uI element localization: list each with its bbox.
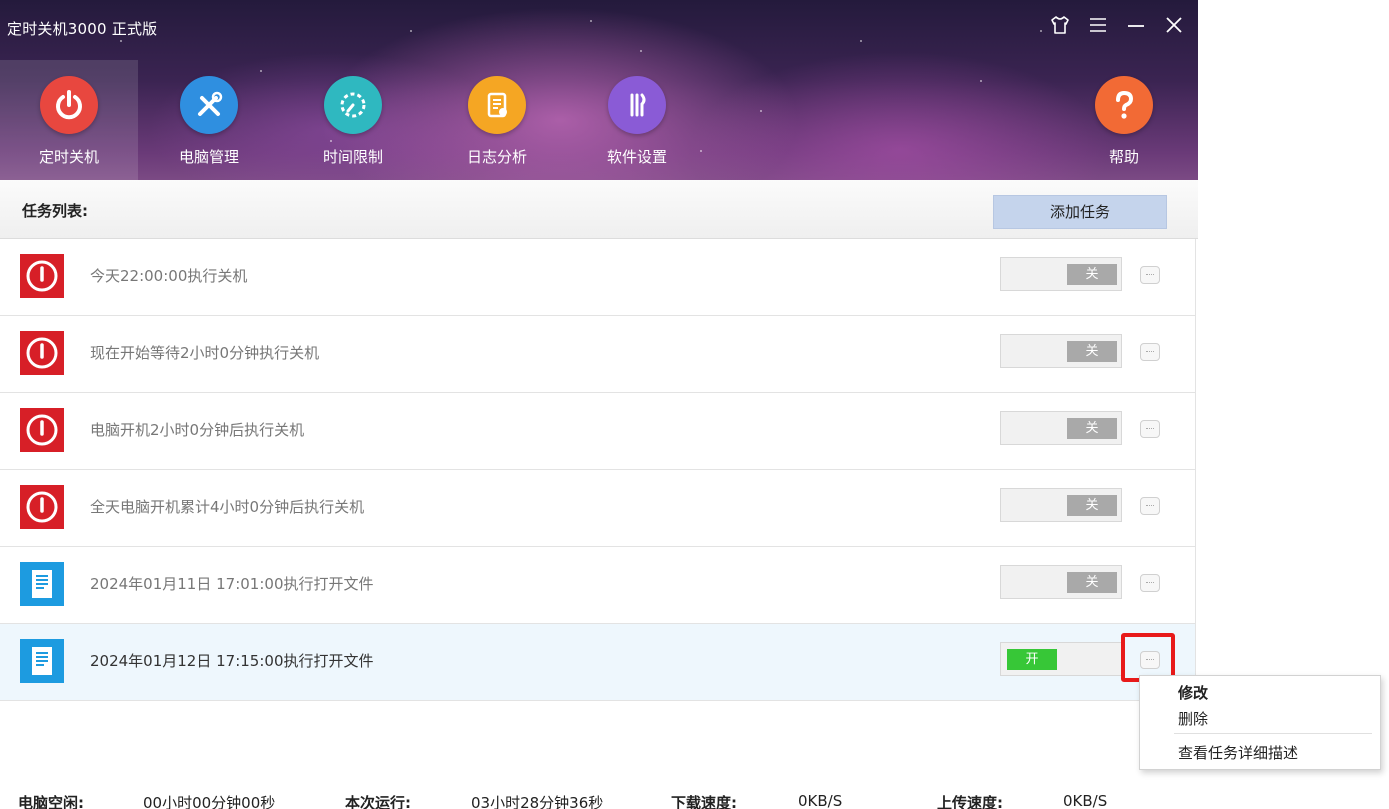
window-controls bbox=[1048, 14, 1186, 40]
file-icon bbox=[20, 639, 64, 683]
skin-icon[interactable] bbox=[1048, 14, 1072, 40]
toggle-state: 关 bbox=[1067, 495, 1117, 516]
nav-pc-manage[interactable]: 电脑管理 bbox=[140, 60, 278, 180]
shutdown-icon bbox=[20, 254, 64, 298]
menu-item-edit[interactable]: 修改 bbox=[1178, 682, 1208, 703]
nav-help[interactable]: 帮助 bbox=[1055, 60, 1193, 180]
toggle-state: 开 bbox=[1007, 649, 1057, 670]
tools-icon bbox=[180, 76, 238, 134]
upload-label: 上传速度: bbox=[937, 794, 1003, 809]
download-label: 下载速度: bbox=[671, 794, 737, 809]
window-title: 定时关机3000 正式版 bbox=[7, 20, 158, 38]
task-row[interactable]: 今天22:00:00执行关机 关 bbox=[0, 239, 1196, 316]
task-description: 电脑开机2小时0分钟后执行关机 bbox=[90, 421, 305, 439]
nav-label: 时间限制 bbox=[322, 148, 383, 166]
shutdown-icon bbox=[20, 408, 64, 452]
shutdown-icon bbox=[20, 485, 64, 529]
task-list: 今天22:00:00执行关机 关 现在开始等待2小时0分钟执行关机 关 电脑开机… bbox=[0, 239, 1196, 701]
idle-value: 00小时00分钟00秒 bbox=[143, 794, 276, 809]
nav-label: 软件设置 bbox=[606, 148, 667, 166]
task-row[interactable]: 2024年01月11日 17:01:00执行打开文件 关 bbox=[0, 547, 1196, 624]
wrench-icon bbox=[608, 76, 666, 134]
run-label: 本次运行: bbox=[345, 794, 411, 809]
nav-label: 定时关机 bbox=[38, 148, 99, 166]
more-options-icon[interactable] bbox=[1140, 343, 1160, 361]
close-icon[interactable] bbox=[1162, 14, 1186, 40]
task-toggle[interactable]: 关 bbox=[1000, 488, 1122, 522]
shutdown-icon bbox=[20, 331, 64, 375]
menu-icon[interactable] bbox=[1086, 14, 1110, 40]
header: 定时关机3000 正式版 定时关机 电脑管理 时间限制 日志分析 软件设置 帮助 bbox=[0, 0, 1198, 180]
toggle-state: 关 bbox=[1067, 341, 1117, 362]
task-description: 全天电脑开机累计4小时0分钟后执行关机 bbox=[90, 498, 365, 516]
app-window: 定时关机3000 正式版 定时关机 电脑管理 时间限制 日志分析 软件设置 帮助… bbox=[0, 0, 1198, 809]
task-toggle[interactable]: 关 bbox=[1000, 257, 1122, 291]
task-description: 2024年01月11日 17:01:00执行打开文件 bbox=[90, 575, 374, 593]
nav-label: 帮助 bbox=[1108, 148, 1139, 166]
toggle-state: 关 bbox=[1067, 418, 1117, 439]
timer-icon bbox=[324, 76, 382, 134]
more-options-icon[interactable] bbox=[1140, 266, 1160, 284]
task-row[interactable]: 电脑开机2小时0分钟后执行关机 关 bbox=[0, 393, 1196, 470]
task-description: 现在开始等待2小时0分钟执行关机 bbox=[90, 344, 320, 362]
file-icon bbox=[20, 562, 64, 606]
nav-label: 电脑管理 bbox=[178, 148, 239, 166]
help-icon bbox=[1095, 76, 1153, 134]
task-description: 今天22:00:00执行关机 bbox=[90, 267, 248, 285]
menu-divider bbox=[1174, 733, 1372, 734]
nav-time-limit[interactable]: 时间限制 bbox=[284, 60, 422, 180]
download-value: 0KB/S bbox=[798, 792, 843, 809]
task-toggle[interactable]: 开 bbox=[1000, 642, 1122, 676]
toggle-state: 关 bbox=[1067, 572, 1117, 593]
run-value: 03小时28分钟36秒 bbox=[471, 794, 604, 809]
menu-item-details[interactable]: 查看任务详细描述 bbox=[1178, 742, 1298, 763]
task-row[interactable]: 全天电脑开机累计4小时0分钟后执行关机 关 bbox=[0, 470, 1196, 547]
status-bar: 电脑空闲: 00小时00分钟00秒 本次运行: 03小时28分钟36秒 下载速度… bbox=[0, 792, 1198, 809]
menu-item-delete[interactable]: 删除 bbox=[1178, 708, 1208, 729]
power-icon bbox=[40, 76, 98, 134]
task-row[interactable]: 现在开始等待2小时0分钟执行关机 关 bbox=[0, 316, 1196, 393]
task-toggle[interactable]: 关 bbox=[1000, 411, 1122, 445]
task-toggle[interactable]: 关 bbox=[1000, 565, 1122, 599]
idle-label: 电脑空闲: bbox=[18, 794, 84, 809]
log-icon bbox=[468, 76, 526, 134]
main-nav: 定时关机 电脑管理 时间限制 日志分析 软件设置 帮助 bbox=[0, 60, 1198, 180]
upload-value: 0KB/S bbox=[1063, 792, 1108, 809]
task-row[interactable]: 2024年01月12日 17:15:00执行打开文件 开 bbox=[0, 624, 1196, 701]
task-description: 2024年01月12日 17:15:00执行打开文件 bbox=[90, 652, 374, 670]
context-menu: 修改 删除 查看任务详细描述 bbox=[1139, 675, 1381, 770]
nav-shutdown[interactable]: 定时关机 bbox=[0, 60, 138, 180]
toggle-state: 关 bbox=[1067, 264, 1117, 285]
nav-log-analysis[interactable]: 日志分析 bbox=[428, 60, 566, 180]
task-toggle[interactable]: 关 bbox=[1000, 334, 1122, 368]
more-options-icon[interactable] bbox=[1140, 497, 1160, 515]
nav-label: 日志分析 bbox=[466, 148, 527, 166]
minimize-icon[interactable] bbox=[1124, 14, 1148, 40]
task-toolbar: 任务列表: 添加任务 bbox=[0, 180, 1198, 239]
more-options-icon[interactable] bbox=[1140, 420, 1160, 438]
nav-software-settings[interactable]: 软件设置 bbox=[568, 60, 706, 180]
task-list-title: 任务列表: bbox=[22, 202, 88, 220]
more-options-icon[interactable] bbox=[1140, 574, 1160, 592]
add-task-button[interactable]: 添加任务 bbox=[993, 195, 1167, 229]
